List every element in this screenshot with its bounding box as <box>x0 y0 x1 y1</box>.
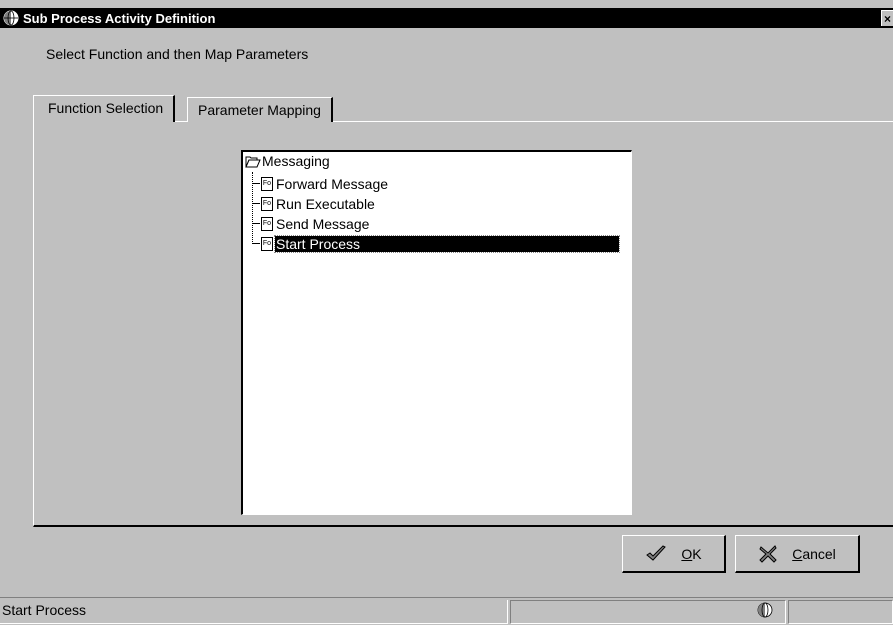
status-panel-right <box>788 600 893 624</box>
close-button[interactable]: × <box>881 10 893 26</box>
globe-icon <box>757 602 773 618</box>
tree-item-run-executable[interactable]: Fo Run Executable <box>252 194 376 213</box>
ok-mnemonic: O <box>681 545 693 562</box>
tree-item-label: Run Executable <box>276 195 375 212</box>
cancel-label-rest: ancel <box>802 545 836 562</box>
tree-item-label: Send Message <box>276 215 370 232</box>
open-folder-icon <box>245 156 261 167</box>
title-bar: Sub Process Activity Definition × <box>0 8 893 28</box>
function-tree[interactable]: Messaging Fo Forward Message Fo Run Exec… <box>241 150 632 515</box>
status-panel <box>510 600 786 624</box>
tree-connector <box>252 223 260 224</box>
instruction-text: Select Function and then Map Parameters <box>46 46 309 62</box>
tree-item-label: Start Process <box>274 234 620 253</box>
tree-item-forward-message[interactable]: Fo Forward Message <box>252 174 389 193</box>
ok-label-rest: K <box>692 545 702 562</box>
function-object-icon: Fo <box>261 196 273 211</box>
tree-connector <box>252 183 260 184</box>
tree-connector <box>252 203 260 204</box>
ok-button-label: OK <box>681 546 701 562</box>
function-object-icon: Fo <box>261 216 273 231</box>
tree-root-messaging[interactable]: Messaging <box>245 153 330 169</box>
tree-root-label: Messaging <box>262 153 330 169</box>
tree-item-start-process[interactable]: Fo Start Process <box>252 234 620 253</box>
tree-connector <box>252 243 260 244</box>
tree-item-label: Forward Message <box>276 175 389 192</box>
cancel-button[interactable]: Cancel <box>735 535 860 573</box>
app-globe-icon <box>3 10 19 26</box>
tab-parameter-mapping[interactable]: Parameter Mapping <box>187 97 333 122</box>
checkmark-icon <box>646 544 667 561</box>
function-object-icon: Fo <box>261 236 273 251</box>
dialog-window: Sub Process Activity Definition × Select… <box>0 0 893 625</box>
window-title: Sub Process Activity Definition <box>23 10 216 26</box>
x-icon <box>759 544 777 563</box>
function-object-icon: Fo <box>261 176 273 191</box>
ok-button[interactable]: OK <box>622 535 726 573</box>
cancel-mnemonic: C <box>792 545 803 562</box>
status-text: Start Process <box>0 600 508 624</box>
cancel-button-label: Cancel <box>792 546 836 562</box>
tree-item-send-message[interactable]: Fo Send Message <box>252 214 370 233</box>
tab-function-selection[interactable]: Function Selection <box>33 95 176 122</box>
